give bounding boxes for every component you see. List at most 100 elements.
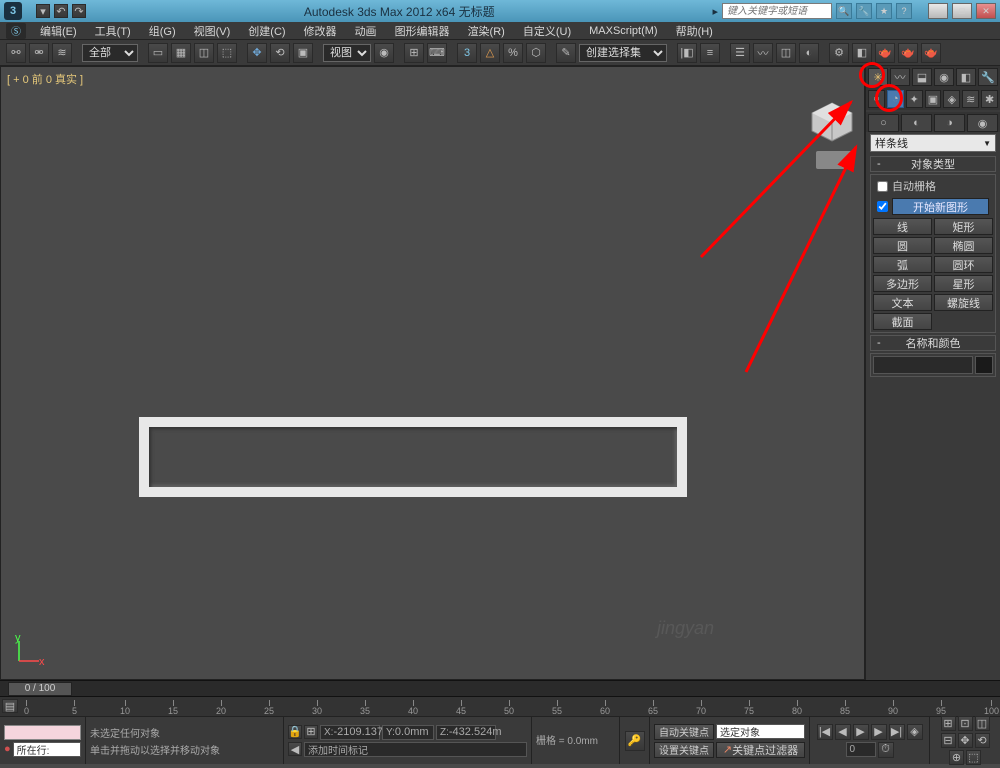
key-mode-icon[interactable]: ◈ <box>907 724 923 740</box>
rollout-name-color[interactable]: 名称和颜色 <box>870 335 996 351</box>
track-toggle-icon[interactable]: ▤ <box>2 699 18 713</box>
select-name-icon[interactable]: ▦ <box>171 43 191 63</box>
menu-graph[interactable]: 图形编辑器 <box>387 23 458 39</box>
render-iter-icon[interactable]: 🫖 <box>921 43 941 63</box>
menu-view[interactable]: 视图(V) <box>186 23 239 39</box>
keyboard-icon[interactable]: ⌨ <box>427 43 447 63</box>
scale-icon[interactable]: ▣ <box>293 43 313 63</box>
tab-utilities[interactable]: 🔧 <box>978 68 998 86</box>
time-slider[interactable]: 0 / 100 <box>0 680 1000 696</box>
current-frame[interactable]: 0 <box>846 742 876 757</box>
goto-end-icon[interactable]: ▶| <box>889 724 905 740</box>
select-icon[interactable]: ▭ <box>148 43 168 63</box>
subtab-systems[interactable]: ✱ <box>981 90 998 108</box>
goto-start-icon[interactable]: |◀ <box>817 724 833 740</box>
vpnav-7-icon[interactable]: ⊕ <box>949 750 964 765</box>
tag-icon[interactable]: ◀ <box>288 742 302 756</box>
help-icon[interactable]: ? <box>896 3 912 19</box>
mirror-icon[interactable]: |◧ <box>677 43 697 63</box>
search-icon[interactable]: 🔍 <box>836 3 852 19</box>
lock-icon[interactable]: 🔒 <box>288 725 302 739</box>
viewcube-icon[interactable] <box>808 101 856 143</box>
named-sel-icon[interactable]: ✎ <box>556 43 576 63</box>
btn-star[interactable]: 星形 <box>934 275 993 292</box>
btn-rectangle[interactable]: 矩形 <box>934 218 993 235</box>
rotate-icon[interactable]: ⟲ <box>270 43 290 63</box>
btn-helix[interactable]: 螺旋线 <box>934 294 993 311</box>
extratab-3[interactable]: ◑ <box>934 114 965 132</box>
vpnav-5-icon[interactable]: ✥ <box>958 733 973 748</box>
next-frame-icon[interactable]: ▶ <box>871 724 887 740</box>
spinner-snap-icon[interactable]: ⬡ <box>526 43 546 63</box>
tab-create[interactable]: ✳ <box>868 68 888 86</box>
maxscript-mini[interactable] <box>4 725 81 740</box>
extratab-4[interactable]: ◉ <box>967 114 998 132</box>
curve-icon[interactable]: 〰 <box>753 43 773 63</box>
app-menu-icon[interactable]: Ⓢ <box>6 23 26 39</box>
render-setup-icon[interactable]: ⚙ <box>829 43 849 63</box>
time-ruler[interactable]: ▤ 05101520253035404550556065707580859095… <box>0 696 1000 716</box>
bind-icon[interactable]: ≋ <box>52 43 72 63</box>
key-icon[interactable]: 🔑 <box>625 731 645 751</box>
viewport[interactable]: [ + 0 前 0 真实 ] yx jingyan <box>0 66 865 680</box>
coord-select[interactable]: 视图 <box>323 44 371 62</box>
vpnav-6-icon[interactable]: ⟲ <box>975 733 990 748</box>
time-slider-thumb[interactable]: 0 / 100 <box>8 682 72 696</box>
minimize-button[interactable]: — <box>928 3 948 19</box>
align-icon[interactable]: ≡ <box>700 43 720 63</box>
btn-section[interactable]: 截面 <box>873 313 932 330</box>
layer-icon[interactable]: ☰ <box>730 43 750 63</box>
favorite-icon[interactable]: ★ <box>876 3 892 19</box>
schematic-icon[interactable]: ◫ <box>776 43 796 63</box>
tab-display[interactable]: ◧ <box>956 68 976 86</box>
btn-text[interactable]: 文本 <box>873 294 932 311</box>
unlink-icon[interactable]: ⚮ <box>29 43 49 63</box>
subtab-geometry[interactable]: ○ <box>868 90 885 108</box>
percent-snap-icon[interactable]: % <box>503 43 523 63</box>
prev-frame-icon[interactable]: ◀ <box>835 724 851 740</box>
vpnav-3-icon[interactable]: ◫ <box>975 716 990 731</box>
add-time-tag[interactable]: 添加时间标记 <box>304 742 527 757</box>
menu-help[interactable]: 帮助(H) <box>668 23 721 39</box>
viewcube-home-icon[interactable] <box>816 151 852 169</box>
play-icon[interactable]: ▶ <box>853 724 869 740</box>
key-filters-button[interactable]: ↗关键点过滤器 <box>716 742 805 758</box>
help-search-input[interactable] <box>722 3 832 19</box>
render-prod-icon[interactable]: 🫖 <box>898 43 918 63</box>
menu-customize[interactable]: 自定义(U) <box>515 23 579 39</box>
subtab-lights[interactable]: ✦ <box>906 90 923 108</box>
maximize-button[interactable]: □ <box>952 3 972 19</box>
subtab-cameras[interactable]: ▣ <box>925 90 942 108</box>
menu-create[interactable]: 创建(C) <box>240 23 293 39</box>
subtab-helpers[interactable]: ◈ <box>943 90 960 108</box>
vpnav-4-icon[interactable]: ⊟ <box>941 733 956 748</box>
startnew-checkbox[interactable] <box>877 201 888 212</box>
subtab-spacewarps[interactable]: ≋ <box>962 90 979 108</box>
select-region-icon[interactable]: ◫ <box>194 43 214 63</box>
tab-modify[interactable]: 〰 <box>890 68 910 86</box>
filter-select[interactable]: 全部 <box>82 44 138 62</box>
app-icon[interactable]: 3 <box>4 2 22 20</box>
btn-arc[interactable]: 弧 <box>873 256 932 273</box>
object-name-input[interactable] <box>873 356 973 374</box>
tool-icon[interactable]: 🔧 <box>856 3 872 19</box>
menu-tools[interactable]: 工具(T) <box>87 23 139 39</box>
tab-motion[interactable]: ◉ <box>934 68 954 86</box>
render-frame-icon[interactable]: ◧ <box>852 43 872 63</box>
menu-modifiers[interactable]: 修改器 <box>296 23 345 39</box>
menu-animation[interactable]: 动画 <box>347 23 385 39</box>
shape-type-dropdown[interactable]: 样条线 <box>870 134 996 152</box>
selset-select[interactable]: 创建选择集 <box>579 44 667 62</box>
abs-icon[interactable]: ⊞ <box>304 725 318 739</box>
angle-snap-icon[interactable]: △ <box>480 43 500 63</box>
move-icon[interactable]: ✥ <box>247 43 267 63</box>
vpnav-2-icon[interactable]: ⊡ <box>958 716 973 731</box>
set-key-button[interactable]: 设置关键点 <box>654 742 714 758</box>
start-new-shape-button[interactable]: 开始新图形 <box>892 198 989 215</box>
auto-key-button[interactable]: 自动关键点 <box>654 724 714 740</box>
viewport-rectangle-shape[interactable] <box>139 417 687 497</box>
window-cross-icon[interactable]: ⬚ <box>217 43 237 63</box>
key-target[interactable]: 选定对象 <box>716 724 805 739</box>
menu-maxscript[interactable]: MAXScript(M) <box>581 25 665 37</box>
btn-ellipse[interactable]: 椭圆 <box>934 237 993 254</box>
